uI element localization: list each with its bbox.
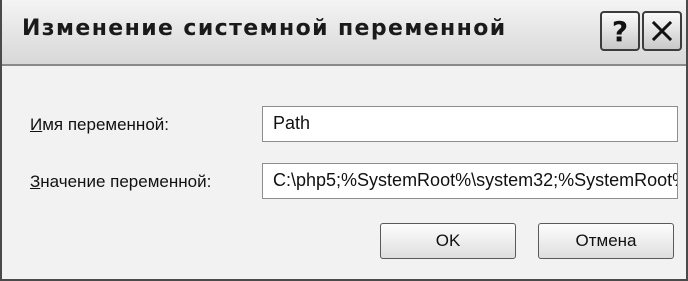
close-button[interactable] xyxy=(642,11,682,51)
variable-name-input[interactable]: Path xyxy=(262,106,678,142)
help-icon: ? xyxy=(611,14,629,48)
variable-value-label: Значение переменной: xyxy=(30,172,212,191)
variable-name-label: Имя переменной: xyxy=(30,115,169,134)
close-icon xyxy=(651,20,673,42)
dialog-title: Изменение системной переменной xyxy=(22,16,507,41)
dialog-content: Имя переменной: Path Значение переменной… xyxy=(2,66,686,281)
edit-variable-dialog: Изменение системной переменной ? Имя пер… xyxy=(0,0,688,281)
help-button[interactable]: ? xyxy=(600,11,640,51)
cancel-button[interactable]: Отмена xyxy=(538,223,674,259)
title-bar[interactable]: Изменение системной переменной ? xyxy=(2,0,686,66)
variable-value-input[interactable]: C:\php5;%SystemRoot%\system32;%SystemRoo… xyxy=(262,163,678,199)
ok-button[interactable]: OK xyxy=(380,223,516,259)
